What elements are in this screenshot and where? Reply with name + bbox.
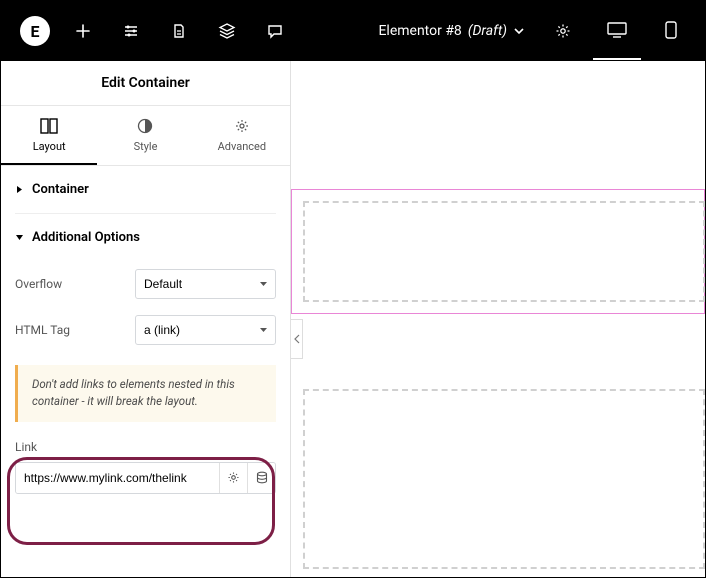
- link-url-input[interactable]: [16, 463, 219, 493]
- notes-button[interactable]: [251, 1, 299, 61]
- chevron-down-icon: [513, 25, 525, 37]
- section-additional-label: Additional Options: [32, 230, 140, 245]
- overflow-select-wrap: Default: [135, 269, 276, 299]
- tab-advanced[interactable]: Advanced: [194, 106, 290, 165]
- dynamic-tags-button[interactable]: [247, 463, 275, 493]
- history-button[interactable]: [203, 1, 251, 61]
- htmltag-row: HTML Tag a (link): [15, 307, 276, 353]
- panel-body: Container Additional Options Overflow De…: [1, 166, 290, 577]
- link-options-button[interactable]: [219, 463, 247, 493]
- document-title[interactable]: Elementor #8 (Draft): [370, 23, 533, 39]
- sidebar-title: Edit Container: [1, 61, 290, 106]
- doc-name: Elementor #8: [378, 23, 461, 39]
- htmltag-label: HTML Tag: [15, 323, 135, 337]
- tab-style[interactable]: Style: [97, 106, 193, 165]
- elementor-logo[interactable]: E: [11, 1, 59, 61]
- top-toolbar: E Elementor #8 (Draft): [1, 1, 705, 61]
- warning-notice: Don't add links to elements nested in th…: [15, 365, 276, 422]
- sidebar-collapse-handle[interactable]: [291, 319, 303, 359]
- caret-right-icon: [15, 185, 24, 194]
- document-icon: [171, 23, 187, 39]
- chat-icon: [267, 23, 283, 39]
- add-element-button[interactable]: [59, 1, 107, 61]
- overflow-select[interactable]: Default: [135, 269, 276, 299]
- htmltag-select[interactable]: a (link): [135, 315, 276, 345]
- panel-tabs: Layout Style Advanced: [1, 106, 290, 166]
- desktop-view-button[interactable]: [593, 2, 641, 60]
- gear-icon: [234, 118, 250, 134]
- chevron-left-icon: [294, 334, 300, 344]
- container-dashed-lower[interactable]: [303, 389, 705, 569]
- section-additional-options[interactable]: Additional Options: [15, 214, 276, 261]
- layout-icon: [40, 118, 58, 134]
- canvas-preview[interactable]: [291, 61, 705, 577]
- logo-letter: E: [31, 22, 40, 41]
- container-inner-dashed: [303, 201, 705, 302]
- tab-layout-label: Layout: [33, 140, 66, 153]
- tab-style-label: Style: [134, 140, 158, 153]
- main-area: Edit Container Layout Style Advanced Con…: [1, 61, 705, 577]
- overflow-label: Overflow: [15, 277, 135, 291]
- layers-icon: [218, 22, 236, 40]
- mobile-icon: [665, 21, 677, 39]
- contrast-icon: [137, 118, 153, 134]
- database-icon: [256, 471, 268, 484]
- link-label: Link: [15, 440, 276, 454]
- page-settings-button[interactable]: [539, 1, 587, 61]
- structure-button[interactable]: [155, 1, 203, 61]
- site-settings-button[interactable]: [107, 1, 155, 61]
- caret-down-icon: [15, 233, 24, 242]
- mobile-view-button[interactable]: [647, 2, 695, 60]
- gear-icon: [555, 23, 571, 39]
- sliders-icon: [123, 23, 139, 39]
- htmltag-select-wrap: a (link): [135, 315, 276, 345]
- tab-layout[interactable]: Layout: [1, 106, 97, 165]
- doc-status: (Draft): [468, 23, 507, 39]
- topbar-right: Elementor #8 (Draft): [370, 1, 695, 61]
- gear-icon: [227, 471, 240, 484]
- desktop-icon: [607, 22, 627, 38]
- section-container-label: Container: [32, 182, 89, 197]
- plus-icon: [75, 23, 91, 39]
- overflow-row: Overflow Default: [15, 261, 276, 307]
- link-control: Link: [15, 440, 276, 494]
- link-input-row: [15, 462, 276, 494]
- tab-advanced-label: Advanced: [218, 140, 266, 153]
- editor-sidebar: Edit Container Layout Style Advanced Con…: [1, 61, 291, 577]
- topbar-left: E: [11, 1, 299, 61]
- section-container[interactable]: Container: [15, 166, 276, 214]
